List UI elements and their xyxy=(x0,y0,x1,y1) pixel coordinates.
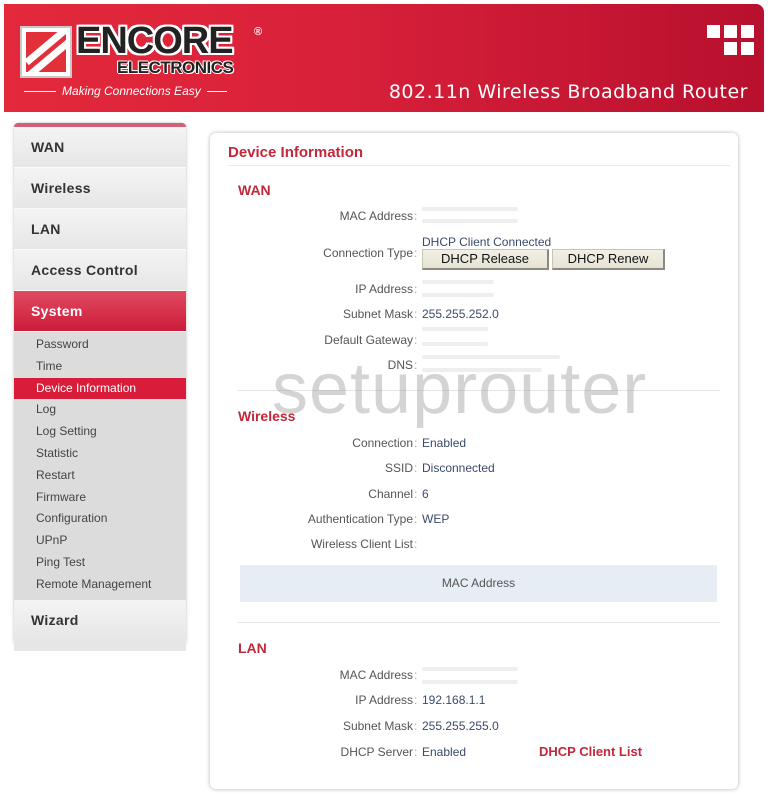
wan-connection-type-value: DHCP Client Connected xyxy=(422,235,552,249)
wan-mac-label: MAC Address xyxy=(339,209,413,223)
sidebar-item-lan[interactable]: LAN xyxy=(14,209,186,250)
tagline-text: Making Connections Easy xyxy=(62,84,201,98)
wan-mac-row: MAC Address : xyxy=(339,209,418,223)
encore-logo-icon xyxy=(20,26,72,78)
wan-subnet-value: 255.255.252.0 xyxy=(422,307,499,321)
lan-subnet-row: Subnet Mask : 255.255.255.0 xyxy=(342,719,499,733)
wireless-channel-value: 6 xyxy=(422,487,429,501)
system-submenu: Password Time Device Information Log Log… xyxy=(14,332,186,600)
wireless-channel-row: Channel : 6 xyxy=(368,487,429,501)
tagline: Making Connections Easy xyxy=(24,84,227,98)
wireless-connection-label: Connection xyxy=(352,436,413,450)
wan-gateway-label: Default Gateway xyxy=(324,333,413,347)
wireless-ssid-label: SSID xyxy=(384,461,413,475)
wireless-connection-value: Enabled xyxy=(422,436,467,450)
section-divider xyxy=(238,390,720,391)
submenu-item-ping-test[interactable]: Ping Test xyxy=(14,552,186,574)
wan-ip-label: IP Address xyxy=(355,282,413,296)
title-divider xyxy=(228,165,730,166)
lan-subnet-value: 255.255.255.0 xyxy=(422,719,499,733)
product-title: 802.11n Wireless Broadband Router xyxy=(388,81,748,103)
submenu-item-log[interactable]: Log xyxy=(14,399,186,421)
dhcp-release-button[interactable]: DHCP Release xyxy=(422,249,549,270)
wireless-auth-value: WEP xyxy=(422,512,450,526)
page-title: Device Information xyxy=(228,144,364,161)
wan-ip-row: IP Address : xyxy=(355,282,418,296)
lan-ip-value: 192.168.1.1 xyxy=(422,693,486,707)
lan-mac-label: MAC Address xyxy=(339,668,413,682)
wireless-connection-row: Connection : Enabled xyxy=(352,436,467,450)
wan-dns-value-redacted xyxy=(422,355,560,359)
wan-section-title: WAN xyxy=(238,182,271,198)
wan-dns-label: DNS xyxy=(387,358,413,372)
wan-gateway-value-redacted xyxy=(422,342,488,346)
grid-icon xyxy=(707,25,755,59)
lan-ip-label: IP Address xyxy=(355,693,413,707)
lan-dhcp-server-value: Enabled xyxy=(422,745,467,759)
submenu-item-upnp[interactable]: UPnP xyxy=(14,530,186,552)
wan-dns-value-redacted xyxy=(422,368,542,372)
dhcp-renew-button[interactable]: DHCP Renew xyxy=(552,249,665,270)
lan-mac-value-redacted xyxy=(422,680,518,684)
sidebar-footer xyxy=(14,640,186,651)
wan-subnet-row: Subnet Mask : 255.255.252.0 xyxy=(342,307,499,321)
submenu-item-restart[interactable]: Restart xyxy=(14,465,186,487)
submenu-item-configuration[interactable]: Configuration xyxy=(14,508,186,530)
wan-mac-value-redacted xyxy=(422,219,518,223)
wan-ip-value-redacted xyxy=(422,293,494,297)
wan-gateway-value-redacted xyxy=(422,327,488,331)
wan-subnet-label: Subnet Mask xyxy=(342,307,413,321)
sidebar-item-system[interactable]: System xyxy=(14,291,186,332)
sidebar-item-wizard[interactable]: Wizard xyxy=(14,599,186,641)
dhcp-client-list-link[interactable]: DHCP Client List xyxy=(539,744,642,759)
lan-dhcp-server-label: DHCP Server xyxy=(340,745,413,759)
submenu-item-log-setting[interactable]: Log Setting xyxy=(14,421,186,443)
tagline-rule-right xyxy=(206,90,227,92)
lan-section-title: LAN xyxy=(238,640,267,656)
sidebar-nav: WAN Wireless LAN Access Control System P… xyxy=(14,123,186,651)
submenu-item-firmware[interactable]: Firmware xyxy=(14,487,186,509)
sidebar-item-access-control[interactable]: Access Control xyxy=(14,250,186,291)
lan-subnet-label: Subnet Mask xyxy=(342,719,413,733)
submenu-item-password[interactable]: Password xyxy=(14,334,186,356)
sidebar-item-wireless[interactable]: Wireless xyxy=(14,168,186,209)
wireless-auth-row: Authentication Type : WEP xyxy=(307,512,450,526)
submenu-item-time[interactable]: Time xyxy=(14,356,186,378)
lan-dhcp-server-row: DHCP Server : Enabled xyxy=(340,745,467,759)
header-banner: ENCORE ® ELECTRONICS Making Connections … xyxy=(4,4,764,112)
wireless-ssid-value: Disconnected xyxy=(422,461,495,475)
lan-mac-value-redacted xyxy=(422,667,518,671)
wireless-client-list-row: Wireless Client List : xyxy=(310,537,418,551)
wan-mac-value-redacted xyxy=(422,207,518,211)
sidebar-item-wan[interactable]: WAN xyxy=(14,127,186,168)
submenu-item-remote-management[interactable]: Remote Management xyxy=(14,574,186,596)
tagline-rule-left xyxy=(24,90,56,92)
section-divider xyxy=(238,622,720,623)
wan-dns-row: DNS : xyxy=(387,358,418,372)
wireless-client-list-label: Wireless Client List xyxy=(310,537,413,551)
wireless-ssid-row: SSID : Disconnected xyxy=(384,461,495,475)
wireless-channel-label: Channel xyxy=(368,487,413,501)
brand-sub: ELECTRONICS xyxy=(117,58,234,77)
submenu-item-device-information[interactable]: Device Information xyxy=(14,377,186,400)
wireless-section-title: Wireless xyxy=(238,408,296,424)
brand-name: ENCORE xyxy=(76,20,234,62)
wireless-client-table-header: MAC Address xyxy=(240,565,717,602)
submenu-item-statistic[interactable]: Statistic xyxy=(14,443,186,465)
wan-ip-value-redacted xyxy=(422,280,494,284)
wireless-auth-label: Authentication Type xyxy=(307,512,413,526)
lan-ip-row: IP Address : 192.168.1.1 xyxy=(355,693,486,707)
device-information-panel: Device Information WAN MAC Address : Con… xyxy=(210,133,738,789)
registered-mark: ® xyxy=(254,26,263,38)
